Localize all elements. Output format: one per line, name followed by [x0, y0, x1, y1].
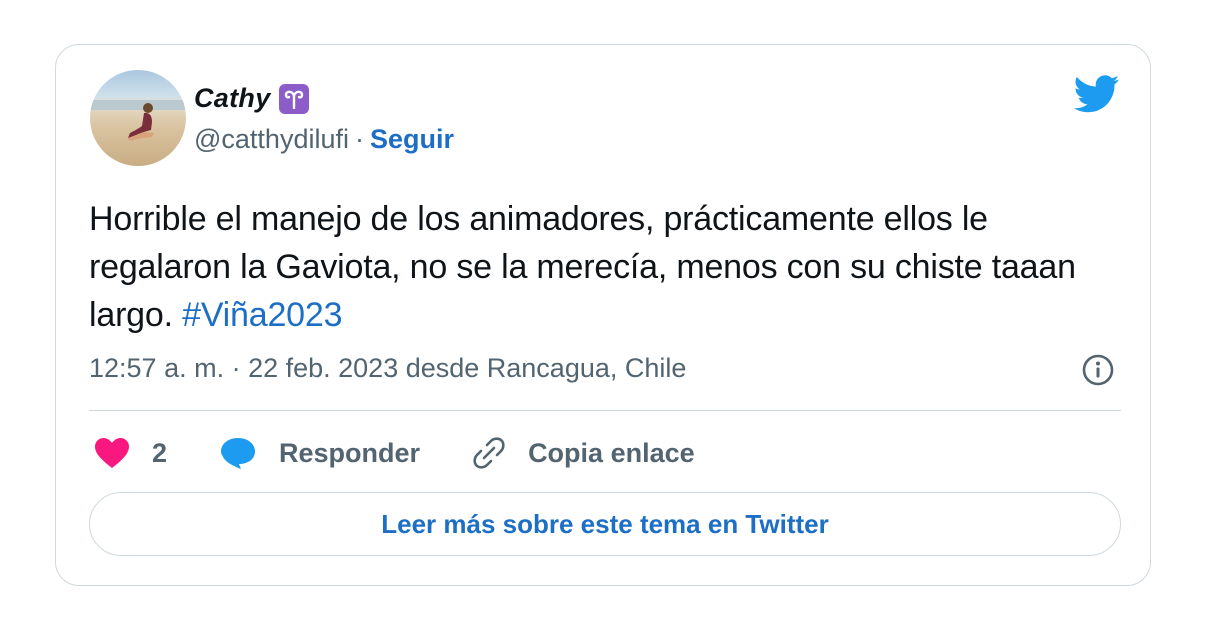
aries-badge [278, 83, 309, 114]
tweet-card: Cathy @catthydilufi · Seguir Horrible el m… [55, 44, 1151, 586]
link-icon [473, 437, 505, 469]
avatar-person [128, 103, 154, 141]
separator: · [354, 124, 364, 154]
action-bar: 2 Responder Copia enlace [94, 430, 747, 476]
aries-icon [284, 90, 303, 109]
reply-label: Responder [279, 437, 421, 468]
tweet-timestamp-location[interactable]: 12:57 a. m. · 22 feb. 2023 desde Rancagu… [89, 353, 686, 384]
handle[interactable]: @catthydilufi [194, 124, 349, 154]
reply-button[interactable]: Responder [219, 436, 420, 470]
hashtag-link[interactable]: #Viña2023 [182, 296, 342, 334]
display-name[interactable]: Cathy [194, 83, 271, 114]
follow-link[interactable]: Seguir [370, 124, 454, 154]
copy-link-label: Copia enlace [528, 437, 695, 468]
like-count: 2 [152, 437, 168, 468]
twitter-bird-icon[interactable] [1074, 75, 1120, 113]
read-more-button[interactable]: Leer más sobre este tema en Twitter [89, 492, 1121, 556]
tweet-text: Horrible el manejo de los animadores, pr… [89, 195, 1119, 339]
copy-link-button[interactable]: Copia enlace [472, 436, 695, 470]
reply-bubble-icon [221, 438, 256, 469]
info-icon[interactable] [1081, 353, 1115, 387]
avatar[interactable] [90, 70, 186, 166]
like-button[interactable]: 2 [94, 437, 167, 469]
divider [89, 410, 1121, 411]
author-name-row: Cathy [194, 83, 309, 114]
handle-row: @catthydilufi · Seguir [194, 124, 454, 155]
heart-icon [95, 438, 129, 468]
